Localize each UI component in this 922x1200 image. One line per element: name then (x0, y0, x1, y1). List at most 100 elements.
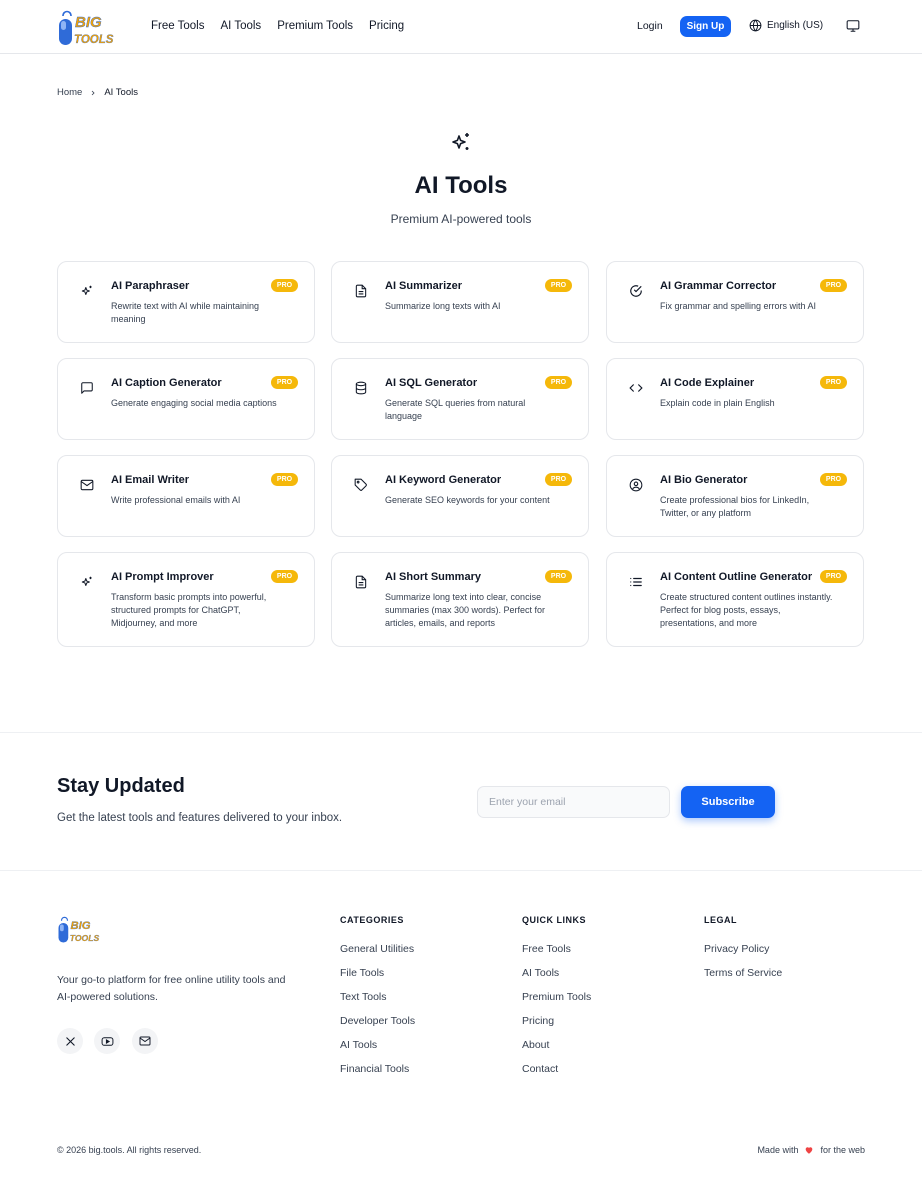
breadcrumb-current: AI Tools (104, 87, 138, 98)
logo-text-top: BIG (71, 920, 91, 932)
tool-card-title: AI Grammar Corrector (660, 280, 777, 292)
signup-button[interactable]: Sign Up (680, 16, 731, 37)
tool-card-title: AI Keyword Generator (385, 474, 502, 486)
tool-card-ai-prompt-improver[interactable]: AI Prompt Improver Transform basic promp… (57, 552, 315, 647)
tool-card-ai-caption-generator[interactable]: AI Caption Generator Generate engaging s… (57, 358, 315, 440)
footer-brand-logo[interactable]: BIG TOOLS (57, 913, 111, 945)
footer-link[interactable]: Financial Tools (340, 1062, 415, 1086)
footer-column-legal: LEGAL Privacy Policy Terms of Service (704, 915, 782, 990)
nav-ai-tools[interactable]: AI Tools (220, 20, 261, 32)
pro-badge: PRO (545, 376, 572, 389)
footer-link[interactable]: About (522, 1038, 591, 1062)
document-icon (355, 575, 367, 589)
footer-link[interactable]: Premium Tools (522, 990, 591, 1014)
footer-link[interactable]: AI Tools (340, 1038, 415, 1062)
x-icon (65, 1036, 75, 1046)
site-header: BIG TOOLS Free Tools AI Tools Premium To… (0, 0, 922, 54)
footer-link[interactable]: Privacy Policy (704, 942, 782, 966)
language-selector[interactable]: English (US) (749, 19, 823, 32)
footer-link[interactable]: Pricing (522, 1014, 591, 1038)
pro-badge: PRO (820, 570, 847, 583)
check-circle-icon (630, 285, 642, 297)
tool-card-desc: Summarize long texts with AI (385, 301, 501, 311)
tool-card-ai-paraphraser[interactable]: AI Paraphraser Rewrite text with AI whil… (57, 261, 315, 343)
footer-link[interactable]: Developer Tools (340, 1014, 415, 1038)
main-nav: Free Tools AI Tools Premium Tools Pricin… (151, 20, 404, 32)
footer-column-heading: QUICK LINKS (522, 915, 586, 925)
tool-card-desc: Create professional bios for LinkedIn, T… (660, 495, 810, 518)
tool-card-title: AI Email Writer (111, 474, 190, 486)
language-label: English (US) (767, 20, 824, 31)
tool-card-title: AI Content Outline Generator (660, 571, 813, 583)
pro-badge: PRO (545, 279, 572, 292)
tool-card-title: AI Code Explainer (660, 377, 755, 389)
youtube-icon (101, 1036, 113, 1046)
made-with-suffix: for the web (820, 1145, 865, 1155)
footer-link[interactable]: File Tools (340, 966, 415, 990)
tool-card-ai-sql-generator[interactable]: AI SQL Generator Generate SQL queries fr… (331, 358, 589, 440)
tool-card-desc: Transform basic prompts into powerful, s… (111, 592, 267, 628)
made-with-prefix: Made with (757, 1145, 799, 1155)
x-social-button[interactable] (57, 1028, 83, 1054)
tool-card-title: AI Bio Generator (660, 474, 748, 486)
list-icon (630, 577, 642, 587)
footer-link[interactable]: Free Tools (522, 942, 591, 966)
tool-card-ai-summarizer[interactable]: AI Summarizer Summarize long texts with … (331, 261, 589, 343)
tool-card-title: AI Short Summary (385, 571, 481, 583)
footer-link[interactable]: Terms of Service (704, 966, 782, 990)
newsletter-email-input[interactable] (477, 786, 670, 818)
monitor-icon[interactable] (846, 19, 860, 33)
page-title: AI Tools (414, 172, 508, 199)
newsletter-subtitle: Get the latest tools and features delive… (57, 812, 343, 824)
subscribe-button[interactable]: Subscribe (681, 786, 775, 818)
login-link[interactable]: Login (637, 20, 663, 32)
nav-pricing[interactable]: Pricing (369, 20, 404, 32)
pro-badge: PRO (820, 279, 847, 292)
tool-card-ai-short-summary[interactable]: AI Short Summary Summarize long text int… (331, 552, 589, 647)
tool-card-ai-content-outline-generator[interactable]: AI Content Outline Generator Create stru… (606, 552, 864, 647)
tool-card-ai-email-writer[interactable]: AI Email Writer Write professional email… (57, 455, 315, 537)
tool-card-desc: Generate SQL queries from natural langua… (385, 398, 526, 421)
copyright-text: © 2026 big.tools. All rights reserved. (57, 1145, 202, 1155)
pro-badge: PRO (820, 376, 847, 389)
nav-free-tools[interactable]: Free Tools (151, 20, 204, 32)
breadcrumb: Home AI Tools (57, 87, 138, 98)
pro-badge: PRO (545, 473, 572, 486)
footer-tagline: Your go-to platform for free online util… (57, 974, 286, 1003)
logo-text-top: BIG (75, 14, 102, 31)
mail-icon (139, 1036, 151, 1046)
breadcrumb-home[interactable]: Home (57, 87, 82, 98)
tool-card-title: AI SQL Generator (385, 377, 478, 389)
tool-card-title: AI Paraphraser (111, 280, 190, 292)
brand-logo[interactable]: BIG TOOLS (57, 7, 129, 47)
footer-link[interactable]: Contact (522, 1062, 591, 1086)
email-social-button[interactable] (132, 1028, 158, 1054)
footer-column-quick-links: QUICK LINKS Free Tools AI Tools Premium … (522, 915, 591, 1086)
sparkles-icon (452, 133, 469, 150)
youtube-social-button[interactable] (94, 1028, 120, 1054)
chevron-right-icon (92, 90, 95, 95)
newsletter-title: Stay Updated (57, 775, 185, 797)
tool-card-ai-bio-generator[interactable]: AI Bio Generator Create professional bio… (606, 455, 864, 537)
footer-link[interactable]: General Utilities (340, 942, 415, 966)
tool-card-desc: Summarize long text into clear, concise … (385, 592, 546, 628)
tool-card-ai-keyword-generator[interactable]: AI Keyword Generator Generate SEO keywor… (331, 455, 589, 537)
logo-text-bottom: TOOLS (70, 933, 100, 943)
nav-premium-tools[interactable]: Premium Tools (277, 20, 353, 32)
tool-card-ai-grammar-corrector[interactable]: AI Grammar Corrector Fix grammar and spe… (606, 261, 864, 343)
footer-link[interactable]: AI Tools (522, 966, 591, 990)
footer-column-heading: LEGAL (704, 915, 737, 925)
pro-badge: PRO (271, 570, 298, 583)
section-divider (0, 732, 922, 733)
page-subtitle: Premium AI-powered tools (390, 212, 532, 226)
made-with-note: Made with for the web (757, 1145, 865, 1155)
document-icon (355, 284, 367, 298)
tool-card-desc: Generate SEO keywords for your content (385, 495, 550, 505)
sparkles-icon (81, 576, 92, 587)
tool-card-ai-code-explainer[interactable]: AI Code Explainer Explain code in plain … (606, 358, 864, 440)
code-icon (629, 384, 643, 392)
footer-link[interactable]: Text Tools (340, 990, 415, 1014)
globe-icon (749, 19, 762, 32)
mail-icon (80, 479, 94, 491)
footer-column-heading: CATEGORIES (340, 915, 404, 925)
